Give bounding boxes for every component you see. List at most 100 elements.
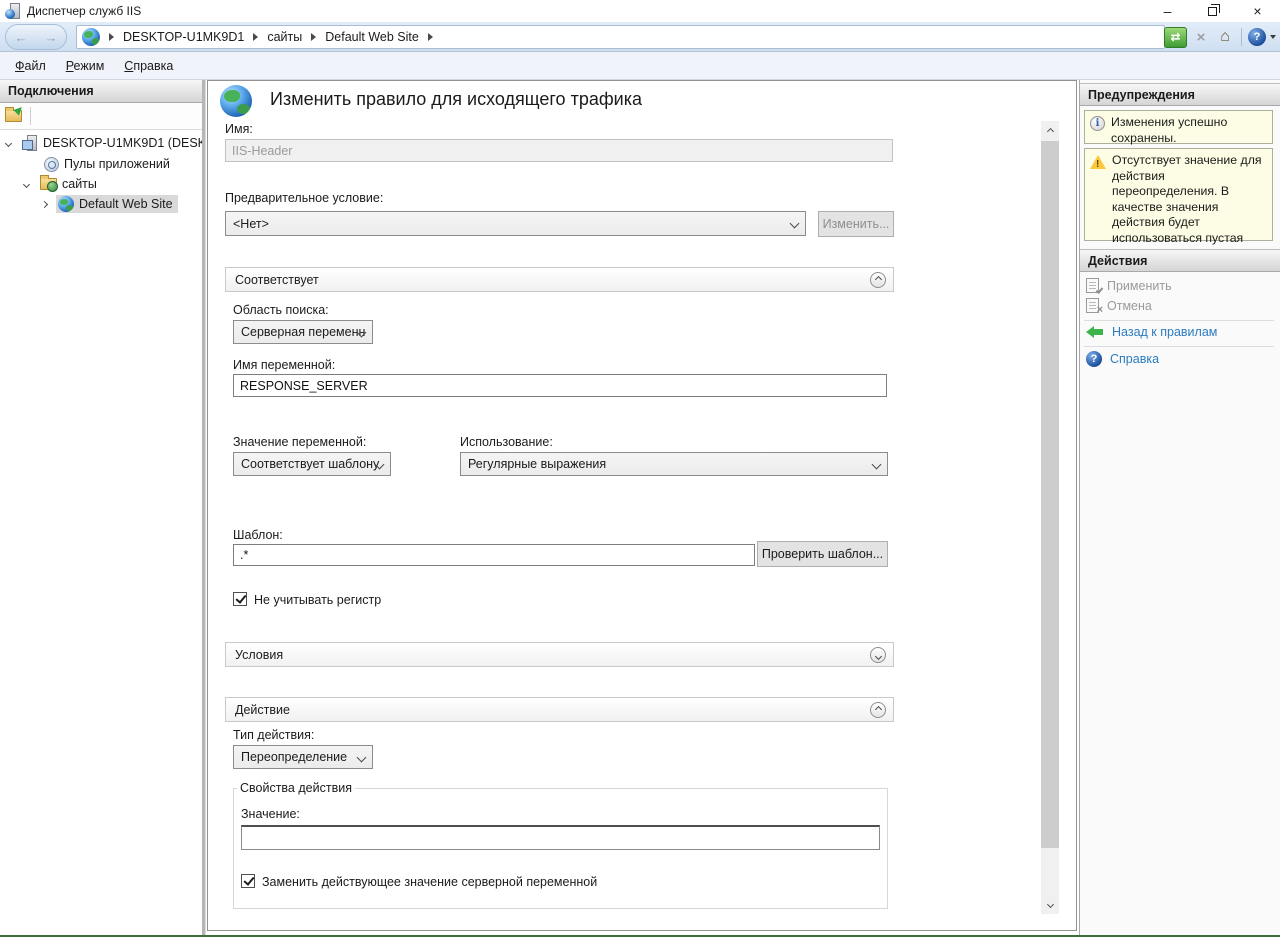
minimize-button[interactable]: – [1145,0,1190,22]
menu-help[interactable]: Справка [124,59,173,73]
actions-header: Действия [1080,249,1280,272]
tree-item-sites[interactable]: сайты [24,174,97,194]
test-pattern-button[interactable]: Проверить шаблон... [757,541,888,567]
apply-action: Применить [1086,278,1172,293]
server-icon [22,135,38,151]
pattern-label: Шаблон: [233,528,283,542]
conditions-section-header[interactable]: Условия [225,642,894,667]
selected-tree-item[interactable]: Default Web Site [56,195,178,213]
alerts-header: Предупреждения [1080,83,1280,106]
iis-manager-window: Диспетчер служб IIS – × ← → DESKTOP-U1MK… [0,0,1280,937]
toolbar-divider [1241,28,1242,46]
page-globe-icon [220,85,252,117]
expand-icon[interactable] [23,180,30,187]
breadcrumb-arrow-icon[interactable] [311,33,316,41]
pattern-input[interactable] [233,544,755,566]
application-pools-icon [44,157,59,172]
page-title: Изменить правило для исходящего трафика [270,89,642,110]
ignore-case-label[interactable]: Не учитывать регистр [254,593,381,607]
value-label: Значение: [241,807,300,821]
variable-name-input[interactable] [233,374,887,397]
tree-item-label: сайты [62,177,97,191]
home-button[interactable]: ⌂ [1215,27,1235,47]
vertical-scrollbar[interactable] [1041,121,1059,914]
match-section-title: Соответствует [235,273,319,287]
action-section-header[interactable]: Действие [225,697,894,722]
variable-value-value: Соответствует шаблону [241,457,379,471]
collapse-section-button[interactable] [870,272,886,288]
iis-app-icon [5,3,21,19]
chevron-up-icon [874,705,881,712]
scroll-down-button[interactable] [1041,897,1059,914]
match-section-header[interactable]: Соответствует [225,267,894,292]
action-label[interactable]: Назад к правилам [1112,325,1217,339]
forward-icon[interactable]: → [45,30,58,45]
refresh-button[interactable]: ⇄ [1164,27,1187,48]
replace-value-label[interactable]: Заменить действующее значение серверной … [262,875,597,889]
tree-item-label: Default Web Site [79,197,173,211]
close-icon: × [1253,3,1261,19]
actions-panel: Предупреждения i Изменения успешно сохра… [1079,80,1280,937]
alert-text: Отсутствует значение для действия переоп… [1112,153,1268,236]
menu-file[interactable]: Файл [15,59,46,73]
breadcrumb-default-web-site[interactable]: Default Web Site [325,30,419,44]
help-dropdown-icon[interactable] [1270,35,1276,39]
save-connections-icon[interactable] [5,110,22,122]
precondition-value: <Нет> [233,217,269,231]
chevron-down-icon [1046,900,1053,907]
toolbar-divider [30,107,31,125]
scope-select[interactable]: Серверная переменн [233,320,373,344]
chevron-down-icon [872,460,882,470]
expand-icon[interactable] [41,200,48,207]
expand-section-button[interactable] [870,647,886,663]
breadcrumb-arrow-icon[interactable] [253,33,258,41]
apply-icon [1086,278,1099,293]
action-type-label: Тип действия: [233,728,314,742]
breadcrumb-arrow-icon[interactable] [109,33,114,41]
back-icon[interactable]: ← [15,30,28,45]
alert-warning: Отсутствует значение для действия переоп… [1084,148,1273,241]
breadcrumb-sites[interactable]: сайты [267,30,302,44]
precondition-label: Предварительное условие: [225,191,383,205]
precondition-select[interactable]: <Нет> [225,211,806,236]
help-action[interactable]: ? Справка [1086,351,1159,367]
restore-button[interactable] [1190,0,1235,22]
breadcrumb-server[interactable]: DESKTOP-U1MK9D1 [123,30,244,44]
stop-icon: × [1197,29,1206,46]
refresh-icon: ⇄ [1170,30,1180,44]
action-properties-title: Свойства действия [237,781,355,795]
menu-view[interactable]: Режим [66,59,105,73]
connections-tree: DESKTOP-U1MK9D1 (DESKTOP Пулы приложений… [0,132,202,937]
back-to-rules-action[interactable]: Назад к правилам [1086,325,1217,339]
action-section-title: Действие [235,703,290,717]
tree-item-server[interactable]: DESKTOP-U1MK9D1 (DESKTOP [6,133,202,153]
scrollbar-thumb[interactable] [1041,141,1059,848]
breadcrumb-arrow-icon[interactable] [428,33,433,41]
collapse-section-button[interactable] [870,702,886,718]
tree-item-default-web-site[interactable]: Default Web Site [42,194,178,214]
action-label[interactable]: Справка [1110,352,1159,366]
variable-value-select[interactable]: Соответствует шаблону [233,452,391,476]
tree-item-app-pools[interactable]: Пулы приложений [44,154,170,174]
chevron-down-icon [874,652,881,659]
connections-panel: Подключения DESKTOP-U1MK9D1 (DESKTOP Пул… [0,80,202,937]
tree-item-label: DESKTOP-U1MK9D1 (DESKTOP [43,136,202,150]
scope-value: Серверная переменн [241,325,365,339]
chevron-up-icon [874,275,881,282]
close-button[interactable]: × [1235,0,1280,22]
window-title: Диспетчер служб IIS [27,4,141,18]
ignore-case-checkbox[interactable] [233,592,247,606]
help-button[interactable]: ? [1248,28,1266,46]
name-label: Имя: [225,122,253,136]
expand-icon[interactable] [5,139,12,146]
action-type-select[interactable]: Переопределение [233,745,373,769]
panel-splitter[interactable] [202,80,206,937]
variable-name-label: Имя переменной: [233,358,335,372]
replace-value-checkbox[interactable] [241,874,255,888]
action-label: Отмена [1107,299,1152,313]
scroll-up-button[interactable] [1041,121,1059,138]
breadcrumb[interactable]: DESKTOP-U1MK9D1 сайты Default Web Site [76,25,1165,49]
usage-label: Использование: [460,435,553,449]
usage-select[interactable]: Регулярные выражения [460,452,888,476]
value-input[interactable] [241,825,880,850]
